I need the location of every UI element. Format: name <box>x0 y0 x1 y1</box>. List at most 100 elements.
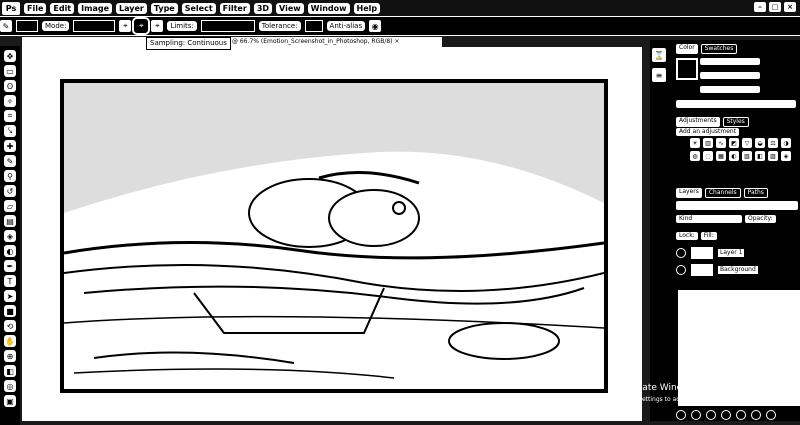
foreground-color-swatch[interactable] <box>676 58 698 80</box>
color-ramp[interactable] <box>676 100 796 108</box>
selective-color-icon[interactable]: ◈ <box>781 151 791 161</box>
invert-icon[interactable]: ◐ <box>729 151 739 161</box>
menu-image[interactable]: Image <box>78 2 113 14</box>
eyedropper-icon[interactable]: ⤥ <box>4 125 16 137</box>
curves-icon[interactable]: ∿ <box>716 138 726 148</box>
exposure-icon[interactable]: ◩ <box>729 138 739 148</box>
clone-stamp-icon[interactable]: ⚲ <box>4 170 16 182</box>
brightness-icon[interactable]: ☀ <box>690 138 700 148</box>
blue-slider[interactable] <box>700 86 760 93</box>
menu-edit[interactable]: Edit <box>50 2 75 14</box>
properties-panel-icon[interactable]: ≡ <box>652 68 666 82</box>
menu-window[interactable]: Window <box>307 2 350 14</box>
pen-icon[interactable]: ✒ <box>4 260 16 272</box>
hand-icon[interactable]: ✋ <box>4 335 16 347</box>
eraser-icon[interactable]: ▱ <box>4 200 16 212</box>
red-slider[interactable] <box>700 58 760 65</box>
tab-adjustments[interactable]: Adjustments <box>676 117 720 127</box>
green-slider[interactable] <box>700 72 760 79</box>
crop-icon[interactable]: ⌗ <box>4 110 16 122</box>
color-swatch-icon[interactable]: ◧ <box>4 365 16 377</box>
adjustment-layer-icon[interactable] <box>721 410 731 420</box>
lasso-icon[interactable]: ʘ <box>4 80 16 92</box>
trash-icon[interactable] <box>766 410 776 420</box>
mask-icon[interactable] <box>706 410 716 420</box>
link-icon[interactable] <box>676 410 686 420</box>
channel-mixer-icon[interactable]: ◌ <box>703 151 713 161</box>
pressure-icon[interactable]: ◉ <box>369 20 382 32</box>
layer-row[interactable]: Layer 1 <box>676 246 800 260</box>
blur-icon[interactable]: ◈ <box>4 230 16 242</box>
brush-size-picker[interactable] <box>16 20 38 32</box>
history-brush-icon[interactable]: ↺ <box>4 185 16 197</box>
quick-select-icon[interactable]: ✧ <box>4 95 16 107</box>
healing-icon[interactable]: ✚ <box>4 140 16 152</box>
gradient-map-icon[interactable]: ▨ <box>768 151 778 161</box>
sampling-continuous-icon[interactable]: ⌖ <box>119 20 132 32</box>
vibrance-icon[interactable]: ▽ <box>742 138 752 148</box>
history-panel-icon[interactable]: ⌛ <box>652 48 666 62</box>
menu-filter[interactable]: Filter <box>219 2 250 14</box>
color-balance-icon[interactable]: ⚖ <box>768 138 778 148</box>
document-canvas[interactable] <box>60 79 608 393</box>
sampling-swatch-icon[interactable]: ⌖ <box>151 20 164 32</box>
tolerance-field[interactable] <box>304 20 323 32</box>
tab-swatches[interactable]: Swatches <box>700 44 738 54</box>
menu-layer[interactable]: Layer <box>116 2 147 14</box>
gradient-icon[interactable]: ▤ <box>4 215 16 227</box>
layers-panel-tabs: Layers Channels Paths <box>676 188 768 198</box>
tab-styles[interactable]: Styles <box>722 117 749 127</box>
tool-preset-icon[interactable]: ✎ <box>0 20 12 32</box>
3d-rotate-icon[interactable]: ⟲ <box>4 320 16 332</box>
menu-help[interactable]: Help <box>353 2 381 14</box>
photo-filter-icon[interactable]: ◍ <box>690 151 700 161</box>
path-select-icon[interactable]: ➤ <box>4 290 16 302</box>
mode-label: Mode: <box>42 21 70 31</box>
tab-color[interactable]: Color <box>676 44 698 54</box>
dodge-icon[interactable]: ◐ <box>4 245 16 257</box>
layer-name[interactable]: Background <box>718 266 758 274</box>
marquee-icon[interactable]: ▭ <box>4 65 16 77</box>
menu-view[interactable]: View <box>276 2 304 14</box>
maximize-button[interactable]: □ <box>769 2 781 12</box>
canvas-area[interactable] <box>22 47 642 421</box>
fill-label[interactable]: Fill: <box>700 232 717 240</box>
blend-mode-select[interactable]: Kind <box>676 215 742 223</box>
tab-channels[interactable]: Channels <box>704 188 741 198</box>
opacity-label[interactable]: Opacity: <box>745 215 776 223</box>
lookup-icon[interactable]: ▦ <box>716 151 726 161</box>
eye-icon[interactable] <box>676 265 686 275</box>
zoom-icon[interactable]: ⊕ <box>4 350 16 362</box>
sampling-once-icon[interactable]: ⌖ <box>132 17 151 35</box>
limits-select[interactable] <box>200 20 255 32</box>
bw-icon[interactable]: ◑ <box>781 138 791 148</box>
brush-icon[interactable]: ✎ <box>4 155 16 167</box>
antialias-label[interactable]: Anti-alias <box>326 21 366 31</box>
threshold-icon[interactable]: ◧ <box>755 151 765 161</box>
menu-3d[interactable]: 3D <box>253 2 273 14</box>
posterize-icon[interactable]: ▧ <box>742 151 752 161</box>
close-button[interactable]: × <box>784 2 796 12</box>
quick-mask-icon[interactable]: ◎ <box>4 380 16 392</box>
eye-icon[interactable] <box>676 248 686 258</box>
levels-icon[interactable]: ▥ <box>703 138 713 148</box>
menu-file[interactable]: File <box>24 2 47 14</box>
mode-select[interactable] <box>73 20 116 32</box>
layer-filter-bar[interactable] <box>676 201 798 210</box>
menu-select[interactable]: Select <box>181 2 216 14</box>
menu-type[interactable]: Type <box>150 2 178 14</box>
tab-layers[interactable]: Layers <box>676 188 702 198</box>
minimize-button[interactable]: – <box>754 2 766 12</box>
tab-paths[interactable]: Paths <box>743 188 768 198</box>
group-icon[interactable] <box>736 410 746 420</box>
hue-icon[interactable]: ◒ <box>755 138 765 148</box>
new-layer-icon[interactable] <box>751 410 761 420</box>
shape-icon[interactable]: ■ <box>4 305 16 317</box>
layer-row[interactable]: Background <box>676 263 800 277</box>
document-tab[interactable]: @ 66.7% (Emotion_Screenshot_in_Photoshop… <box>228 37 442 47</box>
layer-name[interactable]: Layer 1 <box>718 249 745 257</box>
move-icon[interactable]: ✥ <box>4 50 16 62</box>
screen-mode-icon[interactable]: ▣ <box>4 395 16 407</box>
type-icon[interactable]: T <box>4 275 16 287</box>
fx-icon[interactable] <box>691 410 701 420</box>
